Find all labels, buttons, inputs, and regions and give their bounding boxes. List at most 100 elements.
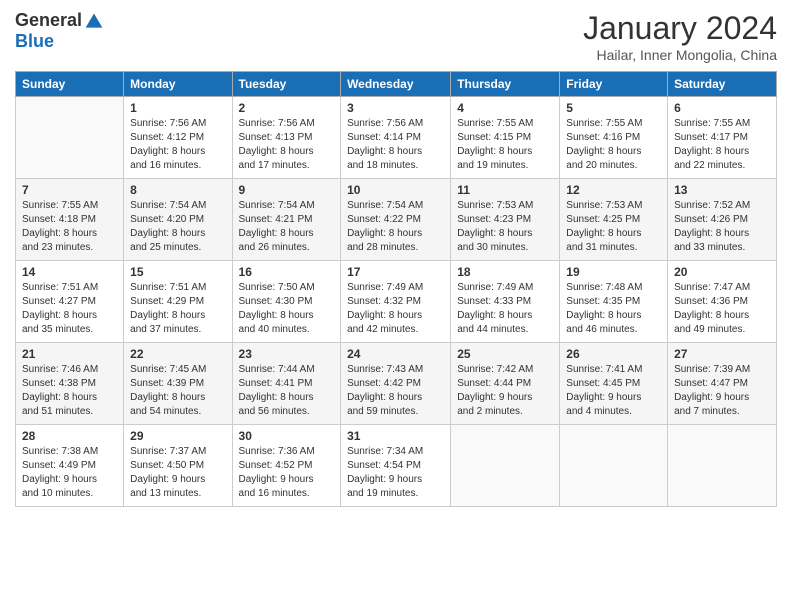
daylight-minutes: and 17 minutes.: [239, 159, 335, 173]
sunset-time: Sunset: 4:21 PM: [239, 213, 335, 227]
sunset-time: Sunset: 4:15 PM: [457, 131, 553, 145]
calendar-cell: 26Sunrise: 7:41 AMSunset: 4:45 PMDayligh…: [560, 343, 668, 425]
sunrise-time: Sunrise: 7:54 AM: [347, 199, 444, 213]
day-info: Sunrise: 7:45 AMSunset: 4:39 PMDaylight:…: [130, 363, 225, 419]
daylight-minutes: and 26 minutes.: [239, 241, 335, 255]
sunset-time: Sunset: 4:16 PM: [566, 131, 661, 145]
sunrise-time: Sunrise: 7:49 AM: [347, 281, 444, 295]
sunrise-time: Sunrise: 7:51 AM: [130, 281, 225, 295]
day-number: 29: [130, 429, 225, 443]
sunrise-time: Sunrise: 7:42 AM: [457, 363, 553, 377]
sunset-time: Sunset: 4:20 PM: [130, 213, 225, 227]
daylight-info: Daylight: 9 hours: [239, 473, 335, 487]
day-number: 8: [130, 183, 225, 197]
daylight-info: Daylight: 8 hours: [674, 309, 770, 323]
daylight-minutes: and 22 minutes.: [674, 159, 770, 173]
day-number: 4: [457, 101, 553, 115]
daylight-info: Daylight: 9 hours: [457, 391, 553, 405]
daylight-minutes: and 13 minutes.: [130, 487, 225, 501]
sunset-time: Sunset: 4:35 PM: [566, 295, 661, 309]
calendar-cell: 24Sunrise: 7:43 AMSunset: 4:42 PMDayligh…: [341, 343, 451, 425]
daylight-minutes: and 4 minutes.: [566, 405, 661, 419]
day-info: Sunrise: 7:47 AMSunset: 4:36 PMDaylight:…: [674, 281, 770, 337]
daylight-info: Daylight: 8 hours: [239, 145, 335, 159]
day-info: Sunrise: 7:36 AMSunset: 4:52 PMDaylight:…: [239, 445, 335, 501]
sunset-time: Sunset: 4:33 PM: [457, 295, 553, 309]
calendar-cell: 18 Sunrise: 7:49 AMSunset: 4:33 PMDayligh…: [451, 261, 560, 343]
day-info: Sunrise: 7:50 AMSunset: 4:30 PMDaylight:…: [239, 281, 335, 337]
day-number: 13: [674, 183, 770, 197]
daylight-minutes: and 44 minutes.: [457, 323, 553, 337]
day-number: 14: [22, 265, 117, 279]
day-info: Sunrise: 7:56 AMSunset: 4:13 PMDaylight:…: [239, 117, 335, 173]
sunrise-time: Sunrise: 7:36 AM: [239, 445, 335, 459]
calendar-cell: 20 Sunrise: 7:47 AMSunset: 4:36 PMDayligh…: [668, 261, 777, 343]
daylight-minutes: and 40 minutes.: [239, 323, 335, 337]
daylight-minutes: and 16 minutes.: [239, 487, 335, 501]
day-number: 20: [674, 265, 770, 279]
day-number: 12: [566, 183, 661, 197]
sunrise-time: Sunrise: 7:47 AM: [674, 281, 770, 295]
daylight-info: Daylight: 8 hours: [566, 227, 661, 241]
calendar-cell: 17Sunrise: 7:49 AMSunset: 4:32 PMDayligh…: [341, 261, 451, 343]
day-number: 6: [674, 101, 770, 115]
day-info: Sunrise: 7:49 AMSunset: 4:32 PMDaylight:…: [347, 281, 444, 337]
main-container: GeneralBlue January 2024 Hailar, Inner M…: [0, 0, 792, 517]
calendar-cell: 16Sunrise: 7:50 AMSunset: 4:30 PMDayligh…: [232, 261, 341, 343]
sunrise-time: Sunrise: 7:45 AM: [130, 363, 225, 377]
daylight-minutes: and 35 minutes.: [22, 323, 117, 337]
calendar-day-header: Monday: [124, 72, 232, 97]
calendar-cell: 14Sunrise: 7:51 AMSunset: 4:27 PMDayligh…: [16, 261, 124, 343]
day-info: Sunrise: 7:54 AMSunset: 4:20 PMDaylight:…: [130, 199, 225, 255]
day-number: 19: [566, 265, 661, 279]
day-info: Sunrise: 7:34 AMSunset: 4:54 PMDaylight:…: [347, 445, 444, 501]
calendar-cell: 28Sunrise: 7:38 AMSunset: 4:49 PMDayligh…: [16, 425, 124, 507]
calendar-header-row: SundayMondayTuesdayWednesdayThursdayFrid…: [16, 72, 777, 97]
sunrise-time: Sunrise: 7:55 AM: [566, 117, 661, 131]
calendar-cell: [451, 425, 560, 507]
title-block: January 2024 Hailar, Inner Mongolia, Chi…: [583, 10, 777, 63]
calendar-day-header: Friday: [560, 72, 668, 97]
day-number: 26: [566, 347, 661, 361]
sunset-time: Sunset: 4:32 PM: [347, 295, 444, 309]
calendar-cell: 3 Sunrise: 7:56 AMSunset: 4:14 PMDaylight…: [341, 97, 451, 179]
calendar-day-header: Sunday: [16, 72, 124, 97]
sunset-time: Sunset: 4:14 PM: [347, 131, 444, 145]
sunrise-time: Sunrise: 7:39 AM: [674, 363, 770, 377]
calendar-cell: 31Sunrise: 7:34 AMSunset: 4:54 PMDayligh…: [341, 425, 451, 507]
calendar-cell: [668, 425, 777, 507]
day-number: 9: [239, 183, 335, 197]
daylight-minutes: and 2 minutes.: [457, 405, 553, 419]
calendar-cell: 19 Sunrise: 7:48 AMSunset: 4:35 PMDayligh…: [560, 261, 668, 343]
day-number: 23: [239, 347, 335, 361]
daylight-minutes: and 49 minutes.: [674, 323, 770, 337]
day-number: 11: [457, 183, 553, 197]
daylight-info: Daylight: 8 hours: [130, 391, 225, 405]
day-info: Sunrise: 7:56 AMSunset: 4:14 PMDaylight:…: [347, 117, 444, 173]
daylight-info: Daylight: 8 hours: [347, 227, 444, 241]
daylight-minutes: and 46 minutes.: [566, 323, 661, 337]
sunrise-time: Sunrise: 7:37 AM: [130, 445, 225, 459]
daylight-minutes: and 56 minutes.: [239, 405, 335, 419]
day-info: Sunrise: 7:49 AMSunset: 4:33 PMDaylight:…: [457, 281, 553, 337]
sunrise-time: Sunrise: 7:34 AM: [347, 445, 444, 459]
day-info: Sunrise: 7:51 AMSunset: 4:29 PMDaylight:…: [130, 281, 225, 337]
sunset-time: Sunset: 4:22 PM: [347, 213, 444, 227]
daylight-info: Daylight: 9 hours: [347, 473, 444, 487]
day-info: Sunrise: 7:37 AMSunset: 4:50 PMDaylight:…: [130, 445, 225, 501]
sunset-time: Sunset: 4:29 PM: [130, 295, 225, 309]
daylight-info: Daylight: 8 hours: [347, 145, 444, 159]
day-number: 18: [457, 265, 553, 279]
day-info: Sunrise: 7:38 AMSunset: 4:49 PMDaylight:…: [22, 445, 117, 501]
calendar-cell: 30Sunrise: 7:36 AMSunset: 4:52 PMDayligh…: [232, 425, 341, 507]
daylight-minutes: and 7 minutes.: [674, 405, 770, 419]
calendar-cell: 25Sunrise: 7:42 AMSunset: 4:44 PMDayligh…: [451, 343, 560, 425]
day-info: Sunrise: 7:42 AMSunset: 4:44 PMDaylight:…: [457, 363, 553, 419]
sunset-time: Sunset: 4:13 PM: [239, 131, 335, 145]
sunrise-time: Sunrise: 7:55 AM: [674, 117, 770, 131]
day-number: 3: [347, 101, 444, 115]
day-info: Sunrise: 7:48 AMSunset: 4:35 PMDaylight:…: [566, 281, 661, 337]
sunrise-time: Sunrise: 7:53 AM: [457, 199, 553, 213]
daylight-info: Daylight: 9 hours: [566, 391, 661, 405]
sunrise-time: Sunrise: 7:46 AM: [22, 363, 117, 377]
